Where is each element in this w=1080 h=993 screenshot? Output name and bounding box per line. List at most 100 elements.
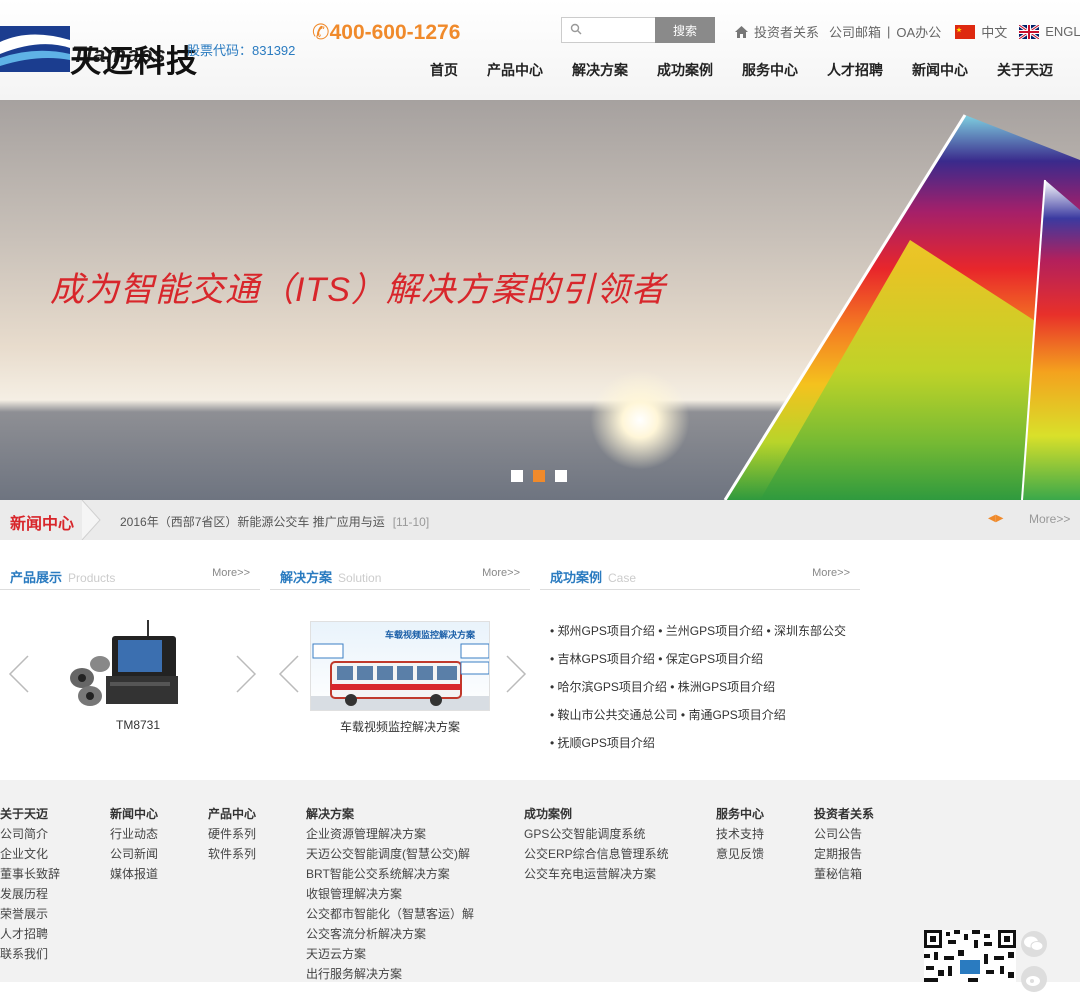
solutions-next-arrow-icon[interactable] xyxy=(505,655,527,693)
case-link-zhengzhou[interactable]: 郑州GPS项目介绍 xyxy=(550,624,655,638)
hero-banner[interactable]: 成为智能交通（ITS）解决方案的引领者 xyxy=(0,100,1080,500)
footer-link[interactable]: 公交都市智能化（智慧客运）解 xyxy=(306,904,474,924)
product-caption[interactable]: TM8731 xyxy=(116,718,160,732)
investor-relations-link[interactable]: 投资者关系 xyxy=(754,22,819,41)
products-title: 产品展示 Products xyxy=(10,567,115,586)
slider-dot-3[interactable] xyxy=(555,470,567,482)
site-header: Tiamaes 天迈科技 股票代码：831392 ✆400-600-1276 搜… xyxy=(0,0,1080,100)
china-flag-icon[interactable] xyxy=(955,24,976,39)
search-input[interactable] xyxy=(586,20,654,40)
footer-col-cases: 成功案例 GPS公交智能调度系统 公交ERP综合信息管理系统 公交车充电运营解决… xyxy=(524,804,669,884)
main-nav: 首页 产品中心 解决方案 成功案例 服务中心 人才招聘 新闻中心 关于天迈 xyxy=(430,60,1080,80)
company-mail-link[interactable]: 公司邮箱 xyxy=(829,22,881,41)
cases-title: 成功案例 Case xyxy=(550,567,636,586)
footer-link[interactable]: BRT智能公交系统解决方案 xyxy=(306,864,474,884)
footer-link[interactable]: 收银管理解决方案 xyxy=(306,884,474,904)
footer-link[interactable]: 公司新闻 xyxy=(110,844,158,864)
footer-col-title[interactable]: 投资者关系 xyxy=(814,804,874,824)
footer-link[interactable]: 行业动态 xyxy=(110,824,158,844)
footer-link[interactable]: 公交ERP综合信息管理系统 xyxy=(524,844,669,864)
footer-link[interactable]: 媒体报道 xyxy=(110,864,158,884)
footer-link[interactable]: 天迈公交智能调度(智慧公交)解 xyxy=(306,844,474,864)
search-box[interactable] xyxy=(561,17,656,43)
footer-link[interactable]: 天迈云方案 xyxy=(306,944,474,964)
footer-link[interactable]: 出行服务解决方案 xyxy=(306,964,474,984)
footer-link[interactable]: 定期报告 xyxy=(814,844,874,864)
solution-caption[interactable]: 车载视频监控解决方案 xyxy=(340,718,460,735)
footer-link[interactable]: 硬件系列 xyxy=(208,824,256,844)
footer-col-title[interactable]: 服务中心 xyxy=(716,804,764,824)
news-more-link[interactable]: More>> xyxy=(1029,512,1070,526)
solution-image[interactable]: 车载视频监控解决方案 xyxy=(310,621,490,711)
case-link-zhuzhou[interactable]: 株洲GPS项目介绍 xyxy=(670,680,775,694)
footer-col-solutions: 解决方案 企业资源管理解决方案 天迈公交智能调度(智慧公交)解 BRT智能公交系… xyxy=(306,804,474,984)
case-link-baoding[interactable]: 保定GPS项目介绍 xyxy=(658,652,763,666)
nav-service[interactable]: 服务中心 xyxy=(742,60,798,80)
footer-link[interactable]: 软件系列 xyxy=(208,844,256,864)
chevron-right-icon xyxy=(81,500,101,540)
nav-about[interactable]: 关于天迈 xyxy=(997,60,1053,80)
nav-products[interactable]: 产品中心 xyxy=(487,60,543,80)
wechat-icon[interactable] xyxy=(1020,930,1048,958)
qr-code-image xyxy=(924,930,1016,982)
nav-news[interactable]: 新闻中心 xyxy=(912,60,968,80)
products-prev-arrow-icon[interactable] xyxy=(8,655,30,693)
news-headline-link[interactable]: 2016年（西部7省区）新能源公交车 推广应用与运 [11-10] xyxy=(120,513,429,530)
footer-link[interactable]: 董秘信箱 xyxy=(814,864,874,884)
slider-dot-1[interactable] xyxy=(511,470,523,482)
cases-panel-header: 成功案例 Case More>> xyxy=(540,560,860,590)
case-link-anshan[interactable]: 鞍山市公共交通总公司 xyxy=(550,708,678,722)
footer-col-title[interactable]: 新闻中心 xyxy=(110,804,158,824)
footer-col-title[interactable]: 关于天迈 xyxy=(0,804,60,824)
tm8731-product-image[interactable] xyxy=(66,618,180,710)
nav-careers[interactable]: 人才招聘 xyxy=(827,60,883,80)
footer-link[interactable]: 意见反馈 xyxy=(716,844,764,864)
oa-office-link[interactable]: OA办公 xyxy=(896,22,941,41)
case-row: 抚顺GPS项目介绍 xyxy=(550,729,850,757)
footer-link[interactable]: 发展历程 xyxy=(0,884,60,904)
news-ticker: 新闻中心 2016年（西部7省区）新能源公交车 推广应用与运 [11-10] ◀▶… xyxy=(0,500,1080,540)
link-separator: | xyxy=(887,24,891,39)
case-row: 郑州GPS项目介绍 兰州GPS项目介绍 深圳东部公交 xyxy=(550,617,850,645)
footer-col-title[interactable]: 成功案例 xyxy=(524,804,669,824)
footer-link[interactable]: 董事长致辞 xyxy=(0,864,60,884)
case-link-harbin[interactable]: 哈尔滨GPS项目介绍 xyxy=(550,680,667,694)
cases-title-text: 成功案例 xyxy=(550,570,603,585)
nav-cases[interactable]: 成功案例 xyxy=(657,60,713,80)
case-link-lanzhou[interactable]: 兰州GPS项目介绍 xyxy=(658,624,763,638)
footer-col-title[interactable]: 产品中心 xyxy=(208,804,256,824)
site-footer: 关于天迈 公司简介 企业文化 董事长致辞 发展历程 荣誉展示 人才招聘 联系我们… xyxy=(0,780,1080,992)
footer-link[interactable]: GPS公交智能调度系统 xyxy=(524,824,669,844)
news-prev-next-arrows-icon[interactable]: ◀▶ xyxy=(988,513,1003,524)
uk-flag-icon[interactable] xyxy=(1019,24,1040,39)
footer-link[interactable]: 公司简介 xyxy=(0,824,60,844)
footer-link[interactable]: 企业文化 xyxy=(0,844,60,864)
footer-link[interactable]: 公交车充电运营解决方案 xyxy=(524,864,669,884)
case-link-jilin[interactable]: 吉林GPS项目介绍 xyxy=(550,652,655,666)
cases-more-link[interactable]: More>> xyxy=(812,567,850,579)
footer-link[interactable]: 联系我们 xyxy=(0,944,60,964)
footer-link[interactable]: 荣誉展示 xyxy=(0,904,60,924)
english-language-link[interactable]: ENGLISH xyxy=(1045,24,1080,39)
nav-solutions[interactable]: 解决方案 xyxy=(572,60,628,80)
products-next-arrow-icon[interactable] xyxy=(235,655,257,693)
footer-col-investor: 投资者关系 公司公告 定期报告 董秘信箱 xyxy=(814,804,874,884)
case-link-fushun[interactable]: 抚顺GPS项目介绍 xyxy=(550,736,655,750)
products-more-link[interactable]: More>> xyxy=(212,567,250,579)
search-button[interactable]: 搜索 xyxy=(655,17,715,43)
solutions-more-link[interactable]: More>> xyxy=(482,567,520,579)
products-subtitle: Products xyxy=(68,571,116,585)
weibo-icon[interactable] xyxy=(1020,965,1048,993)
footer-link[interactable]: 企业资源管理解决方案 xyxy=(306,824,474,844)
footer-link[interactable]: 技术支持 xyxy=(716,824,764,844)
footer-col-title[interactable]: 解决方案 xyxy=(306,804,474,824)
case-link-nantong[interactable]: 南通GPS项目介绍 xyxy=(681,708,786,722)
footer-link[interactable]: 公司公告 xyxy=(814,824,874,844)
solutions-prev-arrow-icon[interactable] xyxy=(278,655,300,693)
chinese-language-link[interactable]: 中文 xyxy=(981,22,1007,41)
case-link-shenzhen[interactable]: 深圳东部公交 xyxy=(766,624,846,638)
footer-link[interactable]: 人才招聘 xyxy=(0,924,60,944)
nav-home[interactable]: 首页 xyxy=(430,60,458,80)
slider-dot-2[interactable] xyxy=(533,470,545,482)
footer-link[interactable]: 公交客流分析解决方案 xyxy=(306,924,474,944)
